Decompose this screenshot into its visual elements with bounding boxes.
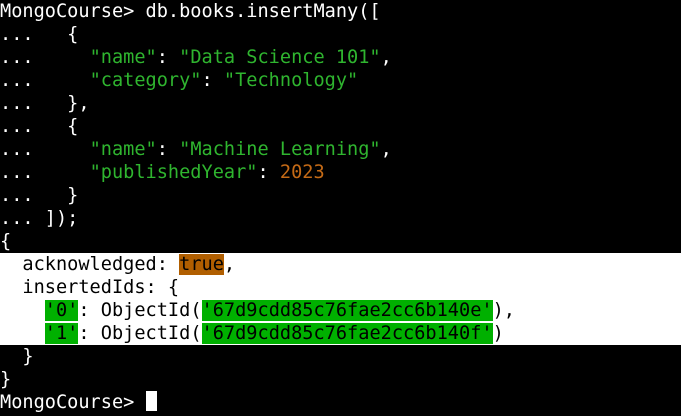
doc-open-brace: { xyxy=(44,24,79,45)
objectid-func: ObjectId xyxy=(100,300,191,321)
prompt: MongoCourse> xyxy=(0,392,146,413)
result-id-row: '0': ObjectId('67d9cdd85c76fae2cc6b140e'… xyxy=(0,299,681,322)
prompt: MongoCourse> xyxy=(0,1,146,22)
colon: : xyxy=(156,139,180,160)
comma: , xyxy=(223,254,236,275)
paren-close: ) xyxy=(492,323,504,344)
continuation-line: ... "publishedYear": 2023 xyxy=(0,161,681,184)
continuation-prompt: ... xyxy=(0,116,45,137)
paren-close: ), xyxy=(492,300,515,321)
doc-close-brace: }, xyxy=(44,93,90,114)
field-key: "publishedYear" xyxy=(89,162,258,183)
continuation-prompt: ... xyxy=(0,185,45,206)
paren-open: ( xyxy=(190,300,202,321)
command-call: db.books.insertMany([ xyxy=(145,1,381,22)
result-id-row: '1': ObjectId('67d9cdd85c76fae2cc6b140f'… xyxy=(0,322,681,345)
continuation-prompt: ... xyxy=(0,162,45,183)
field-key: "name" xyxy=(89,139,157,160)
id-index: '1' xyxy=(44,323,79,344)
input-line[interactable]: MongoCourse> xyxy=(0,391,681,414)
continuation-line: ... "category": "Technology" xyxy=(0,69,681,92)
field-value: "Technology" xyxy=(223,70,359,91)
ack-value: true xyxy=(179,254,224,275)
paren-open: ( xyxy=(190,323,202,344)
ids-close-brace: } xyxy=(22,346,34,367)
field-value: "Data Science 101" xyxy=(179,47,381,68)
result-open: { xyxy=(0,231,12,252)
continuation-prompt: ... xyxy=(0,93,45,114)
continuation-line: ... { xyxy=(0,115,681,138)
command-end: ]); xyxy=(44,208,79,229)
continuation-prompt: ... xyxy=(0,24,45,45)
doc-open-brace: { xyxy=(44,116,79,137)
field-key: "name" xyxy=(89,47,157,68)
result-inserted-ids-line: insertedIds: { xyxy=(0,276,681,299)
colon: : xyxy=(257,162,280,183)
continuation-line: ... } xyxy=(0,184,681,207)
continuation-line: ... { xyxy=(0,23,681,46)
comma: , xyxy=(380,139,392,160)
continuation-line: ... "name": "Machine Learning", xyxy=(0,138,681,161)
terminal-window[interactable]: MongoCourse> db.books.insertMany([ ... {… xyxy=(0,0,681,416)
result-close-brace: } xyxy=(0,368,681,391)
continuation-prompt: ... xyxy=(0,47,45,68)
continuation-line: ... }, xyxy=(0,92,681,115)
continuation-line: ... "name": "Data Science 101", xyxy=(0,46,681,69)
ids-key: insertedIds xyxy=(22,277,146,298)
result-open-brace: { xyxy=(0,230,681,253)
continuation-prompt: ... xyxy=(0,139,45,160)
block-cursor-icon xyxy=(145,391,157,411)
comma: , xyxy=(380,47,392,68)
objectid-value: '67d9cdd85c76fae2cc6b140e' xyxy=(201,300,493,321)
continuation-prompt: ... xyxy=(0,70,45,91)
continuation-line: ... ]); xyxy=(0,207,681,230)
colon: : xyxy=(201,70,224,91)
colon: : xyxy=(156,254,180,275)
doc-close-brace: } xyxy=(44,185,79,206)
colon: : xyxy=(156,47,180,68)
field-key: "category" xyxy=(89,70,202,91)
result-close: } xyxy=(0,369,12,390)
objectid-value: '67d9cdd85c76fae2cc6b140f' xyxy=(201,323,493,344)
field-value-number: 2023 xyxy=(279,162,325,183)
id-index: '0' xyxy=(44,300,79,321)
result-ids-close: } xyxy=(0,345,681,368)
colon: : xyxy=(78,323,101,344)
objectid-func: ObjectId xyxy=(100,323,191,344)
colon: : xyxy=(78,300,101,321)
ack-key: acknowledged xyxy=(22,254,157,275)
continuation-prompt: ... xyxy=(0,208,45,229)
colon-brace: : { xyxy=(145,277,180,298)
result-acknowledged-line: acknowledged: true, xyxy=(0,253,681,276)
field-value: "Machine Learning" xyxy=(179,139,381,160)
command-line: MongoCourse> db.books.insertMany([ xyxy=(0,0,681,23)
